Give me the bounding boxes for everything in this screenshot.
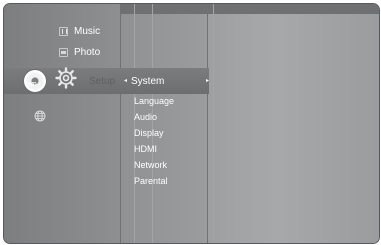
column-divider — [152, 4, 153, 243]
menu-item-setup-label[interactable]: Setup — [89, 76, 115, 87]
submenu-item-network[interactable]: Network — [134, 160, 167, 170]
globe-icon — [34, 110, 46, 122]
submenu-item-audio[interactable]: Audio — [134, 112, 157, 122]
left-arrow-icon: ◂ — [124, 78, 128, 84]
menu-item-music[interactable]: Music — [59, 26, 100, 37]
preview-panel — [207, 4, 379, 243]
submenu-item-hdmi[interactable]: HDMI — [134, 144, 157, 154]
column-divider — [134, 4, 135, 243]
osd-frame: Music Photo DVD Setup ◂ System ▸ Languag… — [3, 3, 380, 244]
submenu-item-system[interactable]: System — [131, 76, 164, 87]
right-arrow-icon: ▸ — [206, 78, 210, 84]
column-divider — [207, 4, 208, 243]
disc-icon — [23, 69, 47, 93]
dvd-badge: DVD — [26, 82, 37, 88]
music-icon — [59, 27, 68, 36]
photo-icon — [59, 48, 68, 57]
column-divider — [120, 4, 121, 243]
menu-item-photo[interactable]: Photo — [59, 47, 100, 58]
column-divider — [213, 4, 214, 243]
submenu-item-display[interactable]: Display — [134, 128, 164, 138]
gear-icon — [55, 67, 77, 89]
main-menu-column — [4, 4, 121, 243]
submenu-item-parental[interactable]: Parental — [134, 176, 168, 186]
top-band — [121, 4, 379, 14]
menu-item-music-label: Music — [74, 26, 101, 37]
submenu-item-language[interactable]: Language — [134, 96, 174, 106]
menu-item-photo-label: Photo — [74, 47, 101, 58]
